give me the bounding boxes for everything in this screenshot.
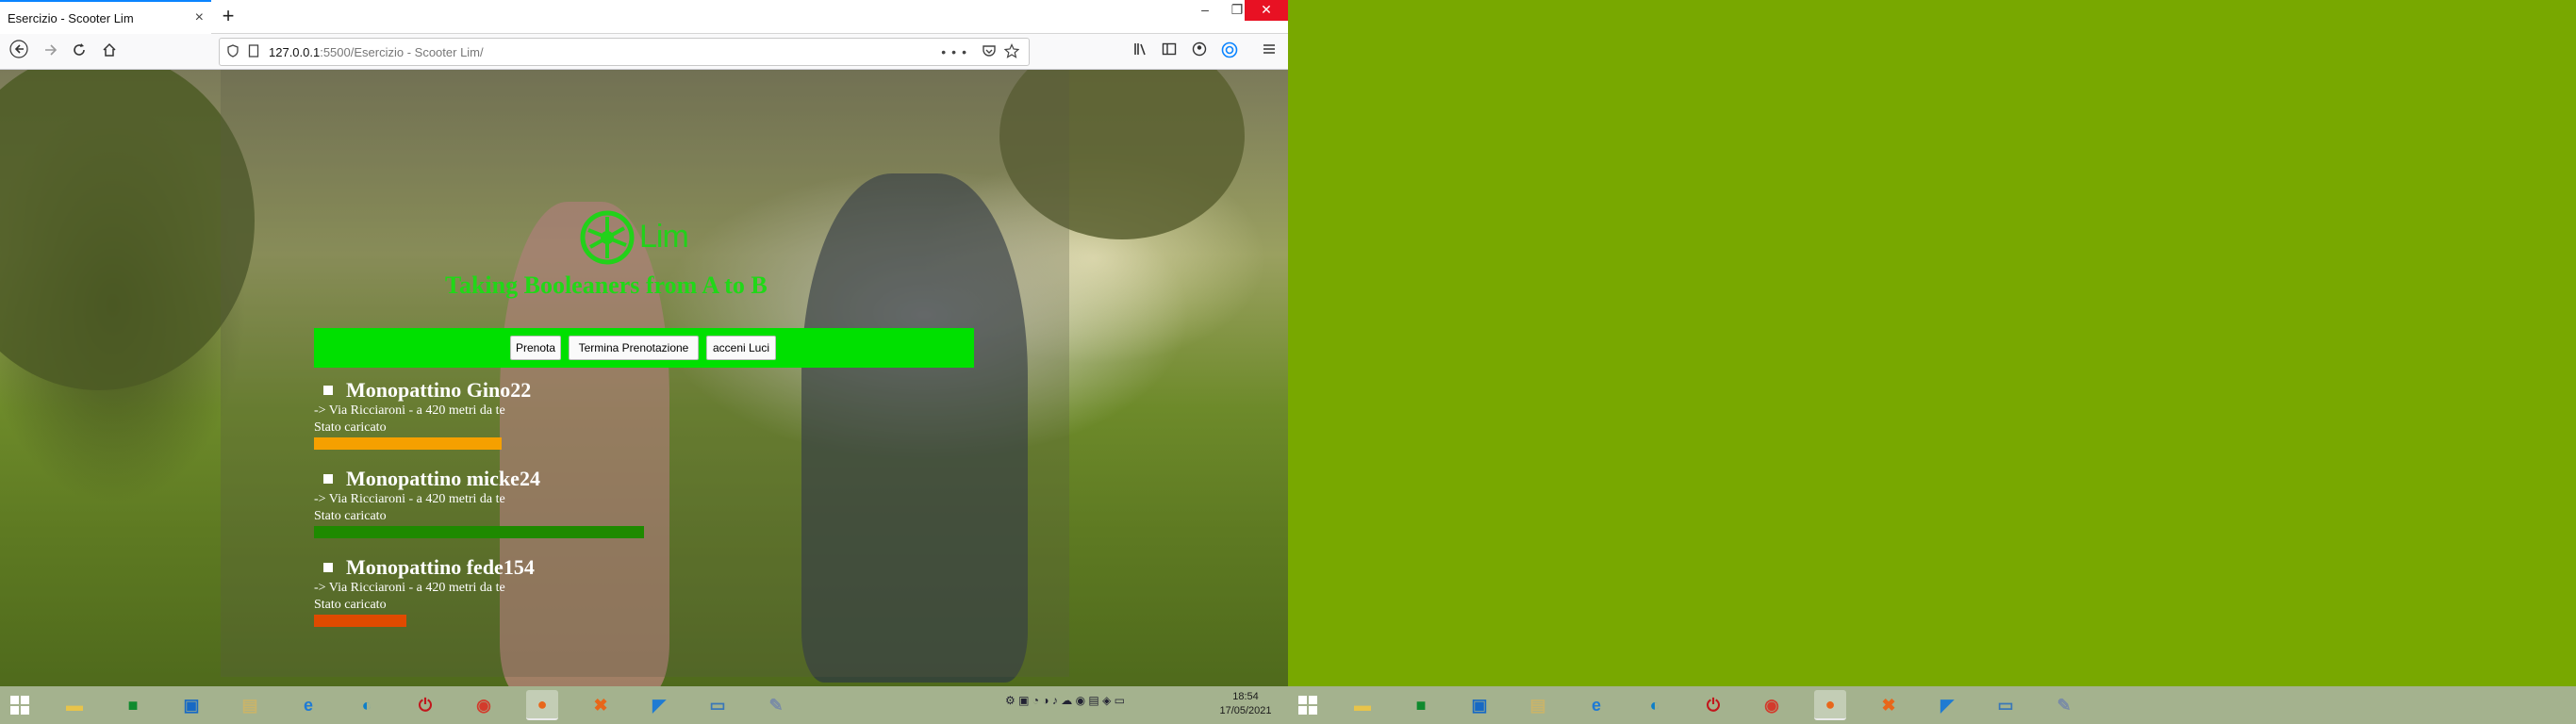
- chrome-icon[interactable]: ◉: [468, 690, 500, 720]
- edge-icon[interactable]: ◐: [351, 690, 383, 720]
- accendi-luci-button[interactable]: acceni Luci: [706, 336, 776, 360]
- scooter-name: Monopattino fede154: [346, 555, 535, 579]
- start-icon[interactable]: [4, 690, 36, 720]
- forward-arrow-icon[interactable]: [38, 40, 64, 64]
- prenota-button[interactable]: Prenota: [510, 336, 561, 360]
- tab-title: Esercizio - Scooter Lim: [8, 10, 134, 25]
- internet-explorer-icon[interactable]: e: [1580, 690, 1612, 720]
- store-icon[interactable]: ■: [117, 690, 149, 720]
- scooter-name: Monopattino Gino22: [346, 378, 532, 402]
- home-icon[interactable]: [96, 40, 123, 64]
- scooter-item: Monopattino micke24 -> Via Ricciaroni - …: [314, 467, 644, 538]
- scooter-item: Monopattino Gino22 -> Via Ricciaroni - a…: [314, 378, 531, 450]
- chrome-icon[interactable]: ◉: [1756, 690, 1788, 720]
- url-path: :5500/Esercizio - Scooter Lim/: [320, 44, 484, 59]
- back-arrow-icon[interactable]: [6, 40, 32, 64]
- power-app-icon[interactable]: ⏻: [1697, 690, 1729, 720]
- paint-icon[interactable]: ✎: [2048, 690, 2080, 720]
- library-icon[interactable]: [1130, 41, 1152, 62]
- navigation-bar: 127.0.0.1:5500/Esercizio - Scooter Lim/ …: [0, 34, 1288, 70]
- tab-bar: Esercizio - Scooter Lim × + – ❐ ✕: [0, 0, 1288, 34]
- list-bullet: [323, 474, 333, 484]
- clock[interactable]: 18:54 17/05/2021: [1213, 690, 1279, 718]
- page-viewport: Lim Taking Booleaners from A to B Prenot…: [0, 70, 1288, 686]
- charge-bar: [314, 526, 644, 538]
- clock-date: 17/05/2021: [1219, 705, 1272, 716]
- system-tray-icons[interactable]: ⚙ ▣ ◔ ◑ ♪ ☁ ◉ ▤ ◈ ▭: [1005, 694, 1125, 707]
- tab-close-icon[interactable]: ×: [195, 9, 204, 26]
- charge-bar: [314, 615, 406, 627]
- url-bar[interactable]: 127.0.0.1:5500/Esercizio - Scooter Lim/ …: [219, 38, 1030, 66]
- edge-icon[interactable]: ◐: [1639, 690, 1671, 720]
- xampp-icon[interactable]: ✖: [1873, 690, 1905, 720]
- scooter-location: -> Via Ricciaroni - a 420 metri da te: [314, 403, 505, 418]
- taskbar-primary: ▬ ■ ▣ ▤ e ◐ ⏻ ◉ ● ✖ ◤ ▭ ✎ ⚙ ▣ ◔ ◑ ♪ ☁ ◉ …: [0, 686, 1288, 724]
- vscode-icon[interactable]: ◤: [643, 690, 675, 720]
- desktop-background: [1288, 0, 2576, 686]
- file-explorer-icon[interactable]: ▬: [58, 690, 91, 720]
- browser-window: Esercizio - Scooter Lim × + – ❐ ✕ 127.0.: [0, 0, 1288, 686]
- list-bullet: [323, 563, 333, 572]
- scooter-status-label: Stato caricato: [314, 598, 387, 612]
- charge-bar: [314, 437, 502, 450]
- firefox-icon[interactable]: ●: [526, 690, 558, 720]
- paint-icon[interactable]: ✎: [760, 690, 792, 720]
- url-host: 127.0.0.1: [269, 44, 321, 59]
- taskbar-secondary: ▬ ■ ▣ ▤ e ◐ ⏻ ◉ ● ✖ ◤ ▭ ✎: [1288, 686, 2576, 724]
- scooter-location: -> Via Ricciaroni - a 420 metri da te: [314, 492, 505, 506]
- termina-prenotazione-button[interactable]: Termina Prenotazione: [569, 336, 699, 360]
- bookmark-star-icon[interactable]: [1003, 42, 1020, 61]
- image-viewer-icon[interactable]: ▭: [702, 690, 734, 720]
- account-icon[interactable]: [1188, 41, 1211, 62]
- brand-name: Lim: [639, 219, 689, 255]
- photos-icon[interactable]: ▣: [1463, 690, 1495, 720]
- firefox-icon[interactable]: ●: [1814, 690, 1846, 720]
- page-info-icon[interactable]: [248, 43, 261, 60]
- background-tree: [0, 70, 255, 390]
- photos-icon[interactable]: ▣: [175, 690, 207, 720]
- sidebar-icon[interactable]: [1158, 41, 1181, 62]
- image-viewer-icon[interactable]: ▭: [1990, 690, 2022, 720]
- file-explorer-icon[interactable]: ▬: [1346, 690, 1379, 720]
- pocket-icon[interactable]: [982, 43, 997, 61]
- vscode-icon[interactable]: ◤: [1931, 690, 1963, 720]
- xampp-icon[interactable]: ✖: [585, 690, 617, 720]
- internet-explorer-icon[interactable]: e: [292, 690, 324, 720]
- scooter-status-label: Stato caricato: [314, 509, 387, 523]
- scooter-item: Monopattino fede154 -> Via Ricciaroni - …: [314, 555, 535, 627]
- tracking-shield-icon[interactable]: [227, 43, 240, 60]
- scooter-name: Monopattino micke24: [346, 467, 540, 490]
- lim-logo-icon: [580, 210, 635, 265]
- list-bullet: [323, 386, 333, 395]
- power-app-icon[interactable]: ⏻: [409, 690, 441, 720]
- page-actions-icon[interactable]: •••: [941, 44, 972, 59]
- clock-time: 18:54: [1232, 691, 1259, 702]
- tab-esercizio[interactable]: Esercizio - Scooter Lim ×: [0, 0, 211, 34]
- scooter-location: -> Via Ricciaroni - a 420 metri da te: [314, 581, 505, 595]
- hamburger-menu-icon[interactable]: [1258, 41, 1280, 62]
- action-menu: Prenota Termina Prenotazione acceni Luci: [314, 328, 974, 368]
- page-tagline: Taking Booleaners from A to B: [445, 272, 768, 299]
- store-icon[interactable]: ■: [1405, 690, 1437, 720]
- start-icon[interactable]: [1292, 690, 1324, 720]
- close-window-button[interactable]: ✕: [1245, 0, 1288, 21]
- scooter-status-label: Stato caricato: [314, 420, 387, 435]
- extension-icon[interactable]: [1218, 41, 1241, 62]
- new-tab-button[interactable]: +: [215, 4, 241, 30]
- reload-icon[interactable]: [66, 40, 92, 64]
- folder-icon[interactable]: ▤: [234, 690, 266, 720]
- folder-icon[interactable]: ▤: [1522, 690, 1554, 720]
